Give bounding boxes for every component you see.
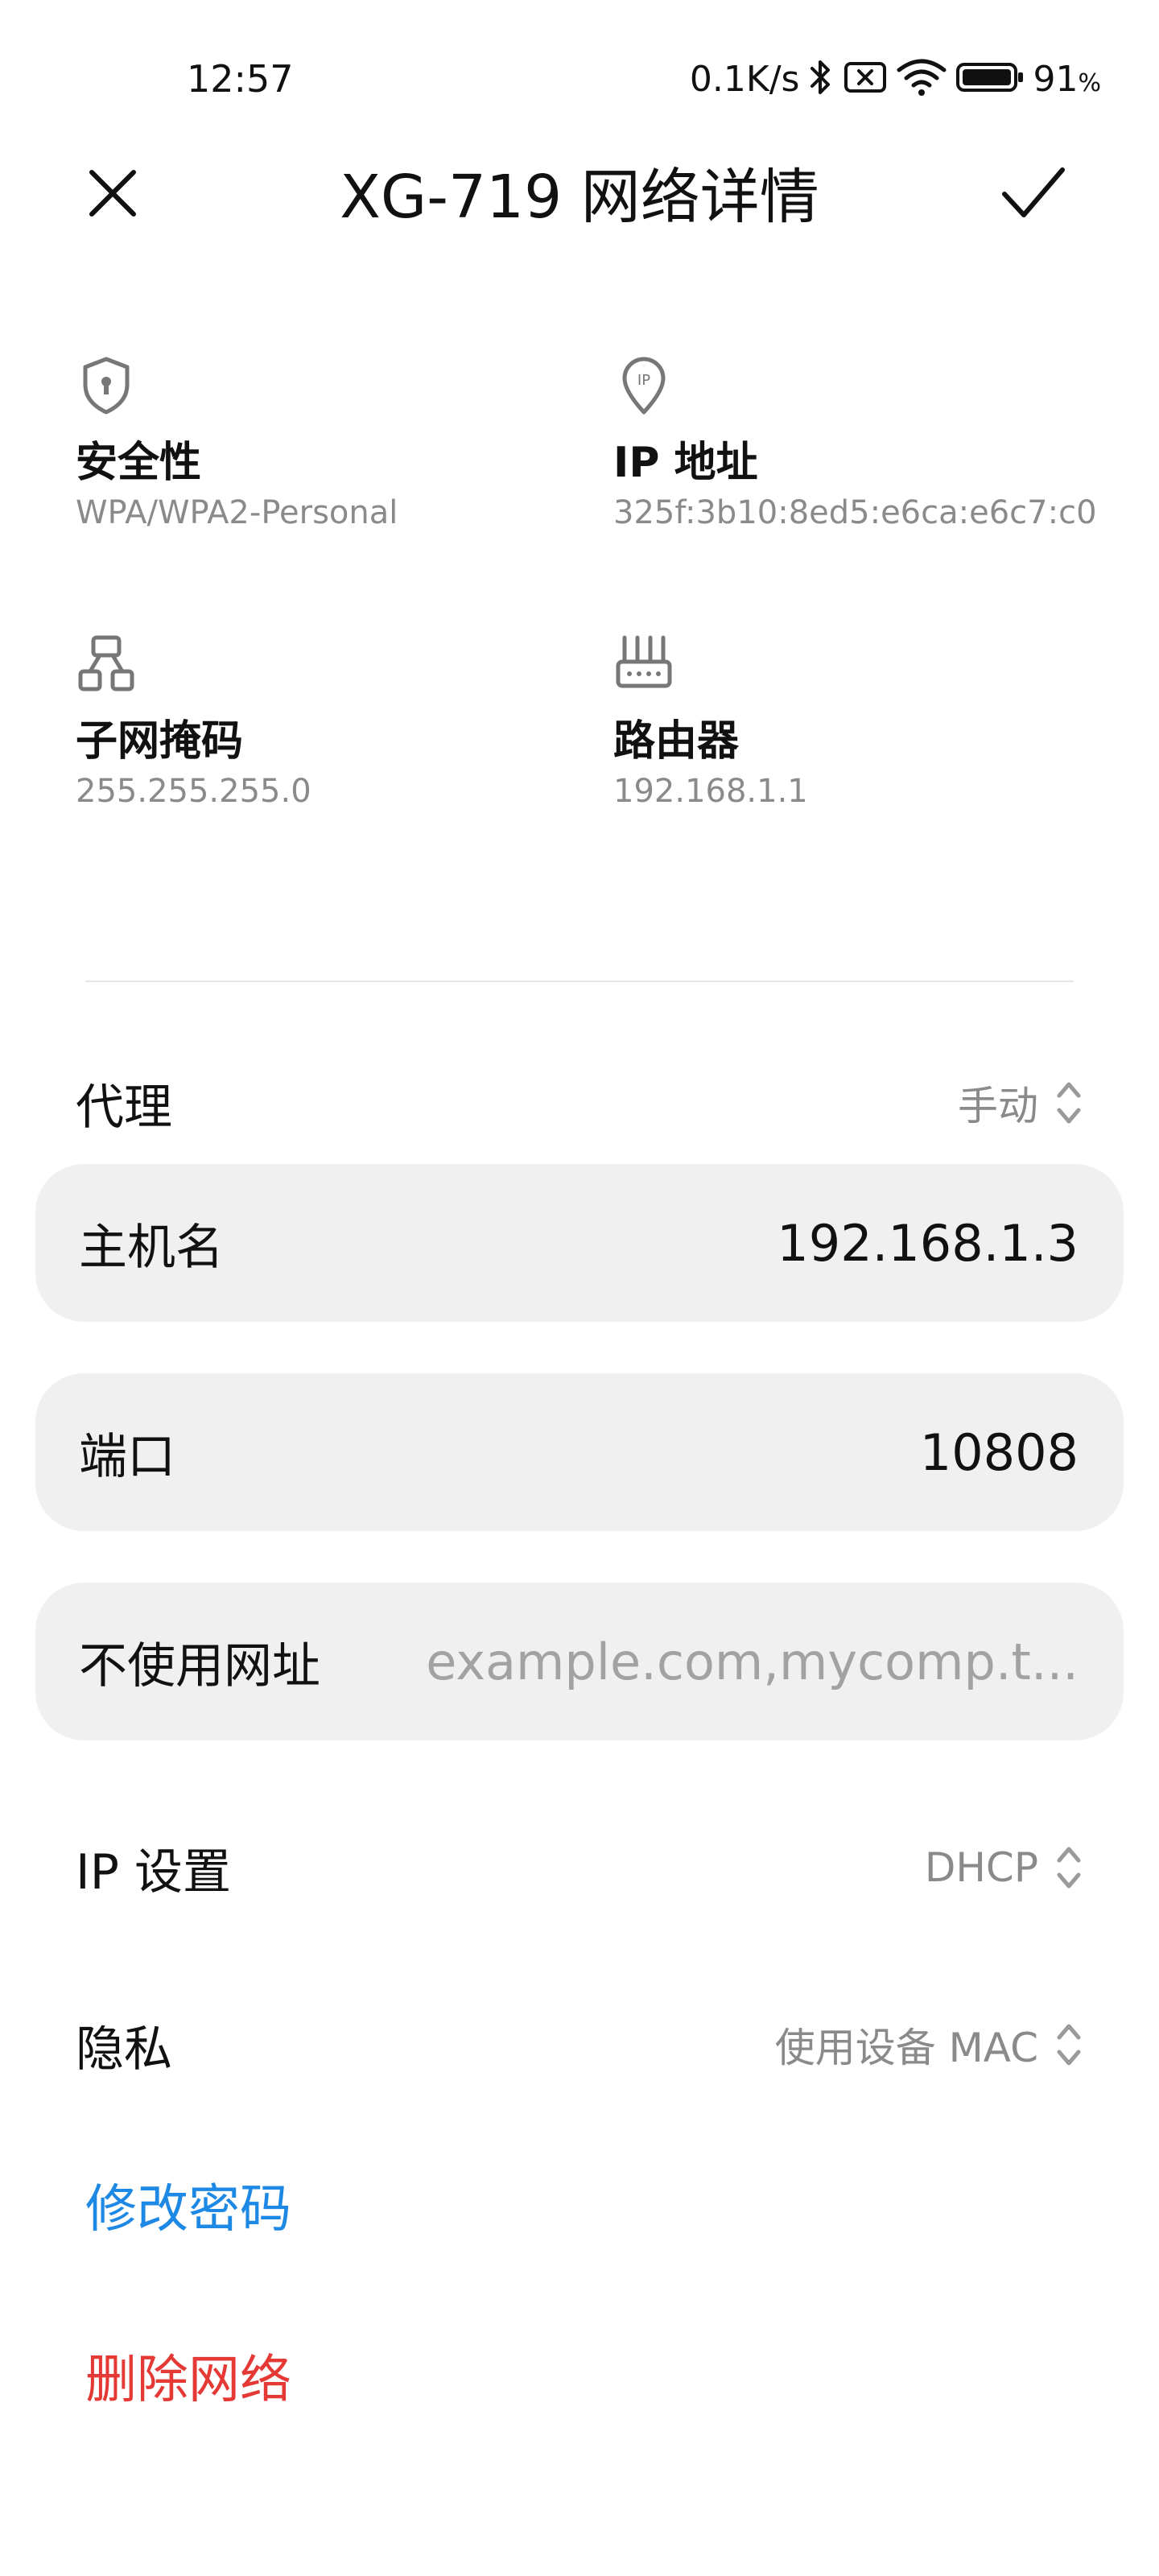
privacy-row[interactable]: 隐私 使用设备 MAC: [76, 1988, 1083, 2101]
security-value: WPA/WPA2-Personal: [76, 494, 398, 531]
confirm-button[interactable]: [985, 145, 1082, 242]
ip-label: IP 地址: [613, 439, 758, 487]
delete-network-link[interactable]: 删除网络: [85, 2344, 291, 2417]
proxy-selector[interactable]: 手动: [958, 1074, 1083, 1132]
status-icons: 0.1K/s 91%: [690, 55, 1101, 103]
divider: [85, 980, 1074, 982]
proxy-label: 代理: [76, 1079, 172, 1136]
chevron-up-down-icon: [1057, 1847, 1081, 1889]
port-label: 端口: [79, 1428, 175, 1485]
wifi-icon: [896, 57, 947, 101]
router-value: 192.168.1.1: [613, 773, 808, 810]
change-password-link[interactable]: 修改密码: [85, 2174, 291, 2246]
hostname-field[interactable]: 主机名: [35, 1164, 1124, 1322]
proxy-row[interactable]: 代理 手动: [76, 1046, 1083, 1159]
ip-settings-row[interactable]: IP 设置 DHCP: [76, 1811, 1083, 1924]
bypass-label: 不使用网址: [79, 1637, 320, 1695]
ip-settings-selector[interactable]: DHCP: [925, 1843, 1083, 1893]
ip-value: 325f:3b10:8ed5:e6ca:e6c7:c0: [613, 494, 1096, 531]
subnet-value: 255.255.255.0: [76, 773, 311, 810]
bypass-field[interactable]: 不使用网址: [35, 1583, 1124, 1740]
info-subnet: 子网掩码 255.255.255.0: [76, 633, 575, 813]
hostname-input[interactable]: [256, 1212, 1080, 1274]
ip-settings-value: DHCP: [924, 1844, 1038, 1891]
privacy-label: 隐私: [76, 2021, 172, 2078]
ip-settings-label: IP 设置: [76, 1843, 231, 1901]
chevron-up-down-icon: [1057, 1082, 1081, 1124]
status-time: 12:57: [187, 57, 294, 101]
proxy-value: 手动: [958, 1083, 1038, 1129]
router-label: 路由器: [613, 717, 740, 766]
privacy-selector[interactable]: 使用设备 MAC: [775, 2016, 1083, 2074]
subnet-label: 子网掩码: [76, 717, 244, 766]
battery-percent: 91%: [1033, 58, 1101, 100]
chevron-up-down-icon: [1057, 2024, 1081, 2066]
router-icon: [616, 635, 672, 688]
info-ip: IP IP 地址 325f:3b10:8ed5:e6ca:e6c7:c0: [613, 354, 1112, 535]
security-label: 安全性: [76, 439, 202, 487]
check-icon: [1002, 167, 1065, 217]
bypass-input[interactable]: [353, 1631, 1080, 1692]
battery-icon: [955, 60, 1025, 98]
bluetooth-icon: [807, 57, 835, 101]
port-input[interactable]: [208, 1422, 1080, 1483]
privacy-value: 使用设备 MAC: [774, 2025, 1038, 2071]
svg-text:IP: IP: [637, 372, 650, 389]
net-speed: 0.1K/s: [689, 58, 800, 100]
network-hierarchy-icon: [78, 635, 134, 691]
info-router: 路由器 192.168.1.1: [613, 633, 1112, 813]
location-pin-ip-icon: IP: [622, 357, 666, 415]
sim-x-icon: [843, 59, 888, 99]
shield-icon: [83, 357, 130, 415]
hostname-label: 主机名: [79, 1219, 224, 1276]
info-security: 安全性 WPA/WPA2-Personal: [76, 354, 575, 535]
port-field[interactable]: 端口: [35, 1373, 1124, 1531]
